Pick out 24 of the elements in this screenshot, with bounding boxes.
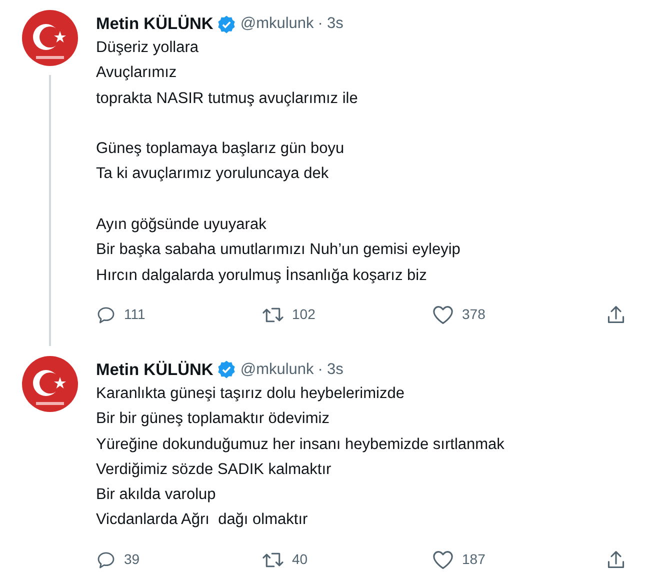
separator-dot: ·: [318, 14, 323, 34]
like-button[interactable]: 187: [432, 548, 602, 571]
author-name[interactable]: Metin KÜLÜNK: [96, 13, 214, 35]
heart-icon: [432, 304, 454, 325]
share-button[interactable]: [606, 304, 626, 326]
separator-dot: ·: [318, 360, 323, 380]
tweet-text: Düşeriz yollara Avuçlarımız toprakta NASIR tutmuş avuçlarımız ile Güneş toplamaya başlarız gün boyu Ta ki avuçlarımız yoruluncaya dek Ayın göğsünde uyuyarak Bir başka sabaha umutlarımızı Nuh’un gemisi eyleyip Hırcın dalgalarda yorulmuş İnsanlığa koşarız biz: [96, 38, 462, 286]
author-handle[interactable]: @mkulunk: [240, 13, 314, 35]
like-button[interactable]: 378: [432, 304, 602, 326]
retweet-button[interactable]: 102: [262, 304, 432, 326]
reply-button[interactable]: 39: [96, 548, 262, 571]
reply-button[interactable]: 111: [96, 304, 262, 326]
avatar-icon[interactable]: [22, 10, 78, 66]
reply-icon: [96, 304, 116, 325]
reply-icon: [96, 550, 116, 570]
tweet-time[interactable]: 3s: [326, 358, 344, 381]
share-button[interactable]: [606, 548, 626, 571]
author-name[interactable]: Metin KÜLÜNK: [96, 358, 214, 381]
heart-icon: [432, 550, 454, 570]
tweet-time[interactable]: 3s: [326, 13, 344, 35]
avatar-icon[interactable]: [22, 356, 78, 412]
author-handle[interactable]: @mkulunk: [240, 358, 314, 381]
retweet-button[interactable]: 40: [262, 548, 432, 571]
tweet-text: Karanlıkta güneşi taşırız dolu heybelerimizde Bir bir güneş toplamaktır ödevimiz Yüreğine dokunduğumuz her insanı heybemizde sırtlanmak Verdiğimiz sözde SADIK kalmaktır Bir akılda varolup Vicdanlarda Ağrı dağı olmaktır: [96, 384, 506, 530]
